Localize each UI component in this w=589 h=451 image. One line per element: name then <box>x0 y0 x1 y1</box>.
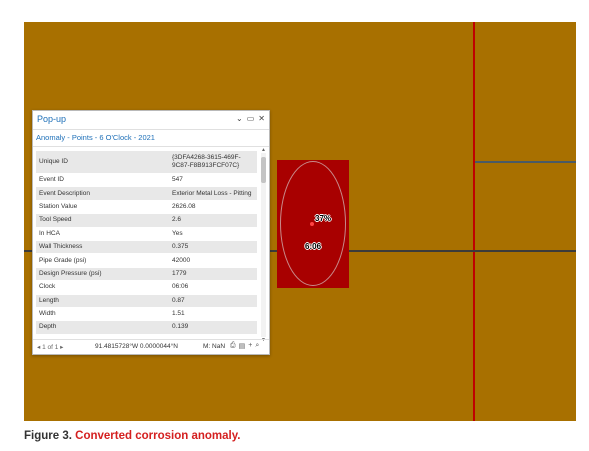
attribute-key: Tool Speed <box>36 213 169 228</box>
grid-line-right <box>475 161 576 163</box>
attribute-row: Event ID 547 <box>36 173 257 188</box>
attribute-key: Event ID <box>36 173 169 188</box>
popup-header: Pop-up ⌄ ▭ ✕ <box>33 111 269 130</box>
print-icon[interactable]: ⎙ <box>230 342 236 350</box>
attribute-value: 06:06 <box>169 280 257 295</box>
add-icon[interactable]: + <box>248 342 252 350</box>
attribute-value: 42000 <box>169 253 257 268</box>
attribute-key: Depth <box>36 320 169 335</box>
anomaly-point[interactable] <box>310 222 314 226</box>
attribute-value: 2.6 <box>169 213 257 228</box>
attribute-table: Unique ID {3DFA4268-3615-469F-9C87-F8B913… <box>36 151 258 337</box>
attribute-key: Unique ID <box>36 151 169 174</box>
attribute-key: Event Description <box>36 186 169 201</box>
attribute-value: {3DFA4268-3615-469F-9C87-F8B913FCF07C} <box>169 151 257 174</box>
attribute-key: Wall Thickness <box>36 240 169 255</box>
popup-window[interactable]: Pop-up ⌄ ▭ ✕ Anomaly - Points - 6 O'Cloc… <box>32 110 270 355</box>
attribute-key: Design Pressure (psi) <box>36 267 169 282</box>
attribute-key: In HCA <box>36 227 169 241</box>
attribute-value: 1.51 <box>169 307 257 322</box>
attribute-row: Unique ID {3DFA4268-3615-469F-9C87-F8B913… <box>36 151 257 174</box>
attribute-row: Wall Thickness 0.375 <box>36 240 257 255</box>
footer-icons: ⎙ ▤ + ⌕ <box>230 342 259 350</box>
zoom-icon[interactable]: ⌕ <box>255 342 259 350</box>
attribute-row: Width 1.51 <box>36 307 257 322</box>
restore-icon[interactable]: ▭ <box>247 114 255 123</box>
attribute-row: Pipe Grade (psi) 42000 <box>36 253 257 268</box>
attribute-value: Exterior Metal Loss - Pitting <box>169 186 257 201</box>
attribute-value: 37 <box>169 334 257 337</box>
scroll-thumb[interactable] <box>261 157 266 183</box>
popup-scrollbar[interactable]: ▲ ▼ <box>261 147 266 343</box>
attribute-row: Length 0.87 <box>36 294 257 308</box>
attribute-row: Design Pressure (psi) 1779 <box>36 267 257 282</box>
m-value-readout: M: NaN <box>203 343 226 350</box>
attribute-row: Depth 0.139 <box>36 320 257 335</box>
depth-percent-label: 37% <box>315 214 332 223</box>
coordinates-readout: 91.4815728°W 0.0000044°N <box>95 343 178 350</box>
caption-text: Converted corrosion anomaly. <box>75 430 241 442</box>
attribute-value: 0.375 <box>169 240 257 255</box>
caption-prefix: Figure 3. <box>24 430 72 442</box>
pipeline-vertical-line <box>473 22 475 421</box>
attribute-row: Tool Speed 2.6 <box>36 213 257 228</box>
attribute-value: Yes <box>169 227 257 241</box>
clock-label: 6:06 <box>305 242 322 251</box>
attribute-value: 0.87 <box>169 294 257 308</box>
collapse-icon[interactable]: ⌄ <box>236 114 243 123</box>
attribute-row: Depth %37 <box>36 334 257 337</box>
popup-footer: ◂ 1 of 1 ▸ 91.4815728°W 0.0000044°N M: N… <box>33 339 269 354</box>
attribute-value: 547 <box>169 173 257 188</box>
attribute-key: Station Value <box>36 200 169 215</box>
attribute-row: Station Value 2626.08 <box>36 200 257 215</box>
attribute-row: Clock 06:06 <box>36 280 257 295</box>
attribute-key: Clock <box>36 280 169 295</box>
export-icon[interactable]: ▤ <box>239 342 246 350</box>
attribute-row: In HCA Yes <box>36 227 257 241</box>
attribute-value: 0.139 <box>169 320 257 335</box>
attribute-key: Depth % <box>36 334 169 337</box>
popup-title: Pop-up <box>37 114 67 124</box>
close-icon[interactable]: ✕ <box>258 114 265 123</box>
scroll-up-icon[interactable]: ▲ <box>261 147 266 153</box>
pager[interactable]: ◂ 1 of 1 ▸ <box>37 343 63 351</box>
attribute-key: Length <box>36 294 169 308</box>
attribute-key: Pipe Grade (psi) <box>36 253 169 268</box>
layer-title[interactable]: Anomaly - Points - 6 O'Clock - 2021 <box>33 130 269 147</box>
attribute-value: 1779 <box>169 267 257 282</box>
attribute-row: Event Description Exterior Metal Loss - P… <box>36 186 257 201</box>
attribute-key: Width <box>36 307 169 322</box>
popup-controls: ⌄ ▭ ✕ <box>236 114 265 123</box>
attribute-value: 2626.08 <box>169 200 257 215</box>
figure-caption: Figure 3. Converted corrosion anomaly. <box>24 430 240 442</box>
